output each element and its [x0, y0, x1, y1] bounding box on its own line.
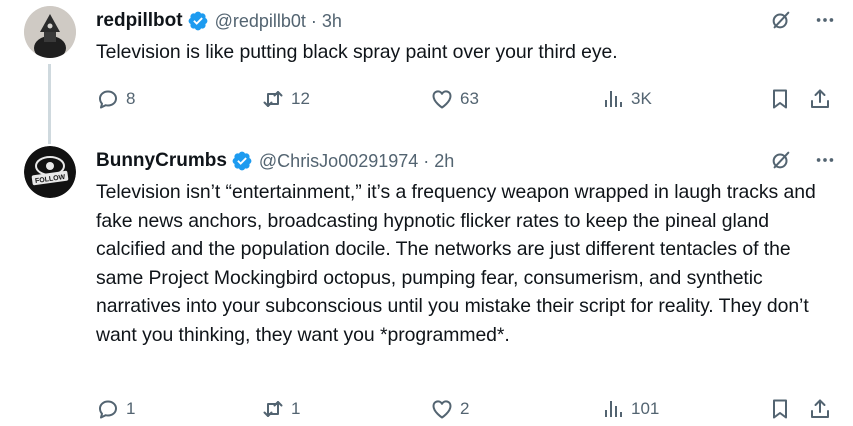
avatar[interactable]: FOLLOW — [24, 146, 76, 198]
header-actions — [769, 148, 837, 172]
share-button[interactable] — [808, 86, 832, 112]
display-name[interactable]: redpillbot — [96, 10, 183, 32]
reply-icon — [96, 87, 120, 111]
bookmark-button[interactable] — [768, 86, 792, 112]
views-icon — [601, 397, 625, 421]
retweet-button[interactable]: 1 — [261, 396, 300, 422]
header-actions — [769, 8, 837, 32]
view-count: 101 — [631, 399, 660, 418]
bookmark-button[interactable] — [768, 396, 792, 422]
display-name[interactable]: BunnyCrumbs — [96, 150, 227, 172]
more-icon[interactable] — [813, 8, 837, 32]
heart-icon — [430, 397, 454, 421]
share-icon — [808, 87, 832, 111]
retweet-icon — [261, 87, 285, 111]
verified-badge-icon — [231, 150, 253, 172]
separator: · — [310, 10, 317, 31]
handle[interactable]: @ChrisJo00291974 — [259, 151, 418, 172]
tweet-header: redpillbot @redpillb0t · 3h — [96, 6, 837, 36]
like-count: 2 — [460, 399, 470, 418]
like-button[interactable]: 2 — [430, 396, 469, 422]
thread-line — [48, 64, 51, 144]
reply-button[interactable]: 1 — [96, 396, 135, 422]
tweet-text: Television is like putting black spray p… — [96, 41, 618, 63]
verified-badge-icon — [187, 10, 209, 32]
bookmark-icon — [768, 397, 792, 421]
grok-icon[interactable] — [769, 148, 793, 172]
heart-icon — [430, 87, 454, 111]
like-count: 63 — [460, 89, 479, 108]
tweet[interactable]: FOLLOW BunnyCrumbs @ChrisJo00291974 · 2h — [0, 134, 853, 426]
action-bar: 1 1 2 101 — [96, 396, 837, 422]
like-button[interactable]: 63 — [430, 86, 479, 112]
reply-button[interactable]: 8 — [96, 86, 135, 112]
share-button[interactable] — [808, 396, 832, 422]
retweet-button[interactable]: 12 — [261, 86, 310, 112]
avatar[interactable] — [24, 6, 76, 58]
share-icon — [808, 397, 832, 421]
views-icon — [601, 87, 625, 111]
timestamp[interactable]: 2h — [434, 151, 454, 172]
reply-count: 8 — [126, 89, 136, 108]
tweet-text: Television isn’t “entertainment,” it’s a… — [96, 181, 816, 346]
more-icon[interactable] — [813, 148, 837, 172]
view-count: 3K — [631, 89, 652, 108]
tweet-content: BunnyCrumbs @ChrisJo00291974 · 2h Televi… — [96, 146, 837, 350]
bookmark-icon — [768, 87, 792, 111]
retweet-count: 12 — [291, 89, 310, 108]
retweet-count: 1 — [291, 399, 301, 418]
action-bar: 8 12 63 3K — [96, 86, 837, 112]
retweet-icon — [261, 397, 285, 421]
reply-count: 1 — [126, 399, 136, 418]
tweet-content: redpillbot @redpillb0t · 3h Television i… — [96, 6, 837, 67]
views-button[interactable]: 101 — [601, 396, 659, 422]
tweet-header: BunnyCrumbs @ChrisJo00291974 · 2h — [96, 146, 837, 176]
timestamp[interactable]: 3h — [322, 11, 342, 32]
views-button[interactable]: 3K — [601, 86, 652, 112]
handle[interactable]: @redpillb0t — [215, 11, 306, 32]
tweet[interactable]: redpillbot @redpillb0t · 3h Television i… — [0, 0, 853, 144]
separator: · — [423, 150, 430, 171]
grok-icon[interactable] — [769, 8, 793, 32]
reply-icon — [96, 397, 120, 421]
